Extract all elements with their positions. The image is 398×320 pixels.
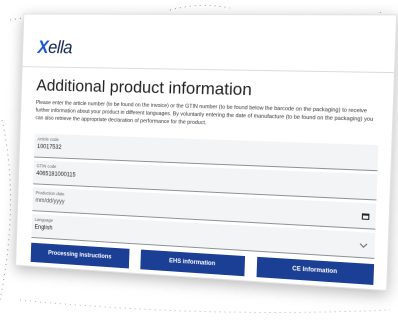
brand-logo-mark: X [37,37,49,57]
brand-logo[interactable]: Xella [37,38,72,59]
screenshot-stage: Xella Additional product information Ple… [0,0,398,320]
chevron-down-icon[interactable] [359,240,368,248]
language-value: English [34,224,53,232]
page-title: Additional product information [36,75,253,100]
ce-information-button[interactable]: CE Information [256,256,375,285]
dotted-arc-left [0,119,11,301]
dotted-arc-top-right [169,4,231,11]
gtin-code-label: GTIN code [36,163,57,169]
production-date-label: Production date [35,190,65,197]
processing-instructions-button[interactable]: Processing instructions [30,242,130,269]
ehs-information-button[interactable]: EHS information [140,249,246,277]
calendar-icon[interactable] [361,213,370,220]
page-description: Please enter the article number (to be f… [35,99,374,127]
language-label: Language [34,217,54,223]
product-info-card: Xella Additional product information Ple… [15,13,398,292]
gtin-code-value: 4065181000115 [36,171,76,179]
article-code-label: Article code [37,136,59,143]
article-code-value: 10017532 [37,144,62,151]
production-date-placeholder: mm/dd/yyyy [35,197,65,206]
brand-logo-text: ella [47,37,73,58]
dotted-arc-bottom [19,299,391,313]
header-divider [22,66,394,74]
